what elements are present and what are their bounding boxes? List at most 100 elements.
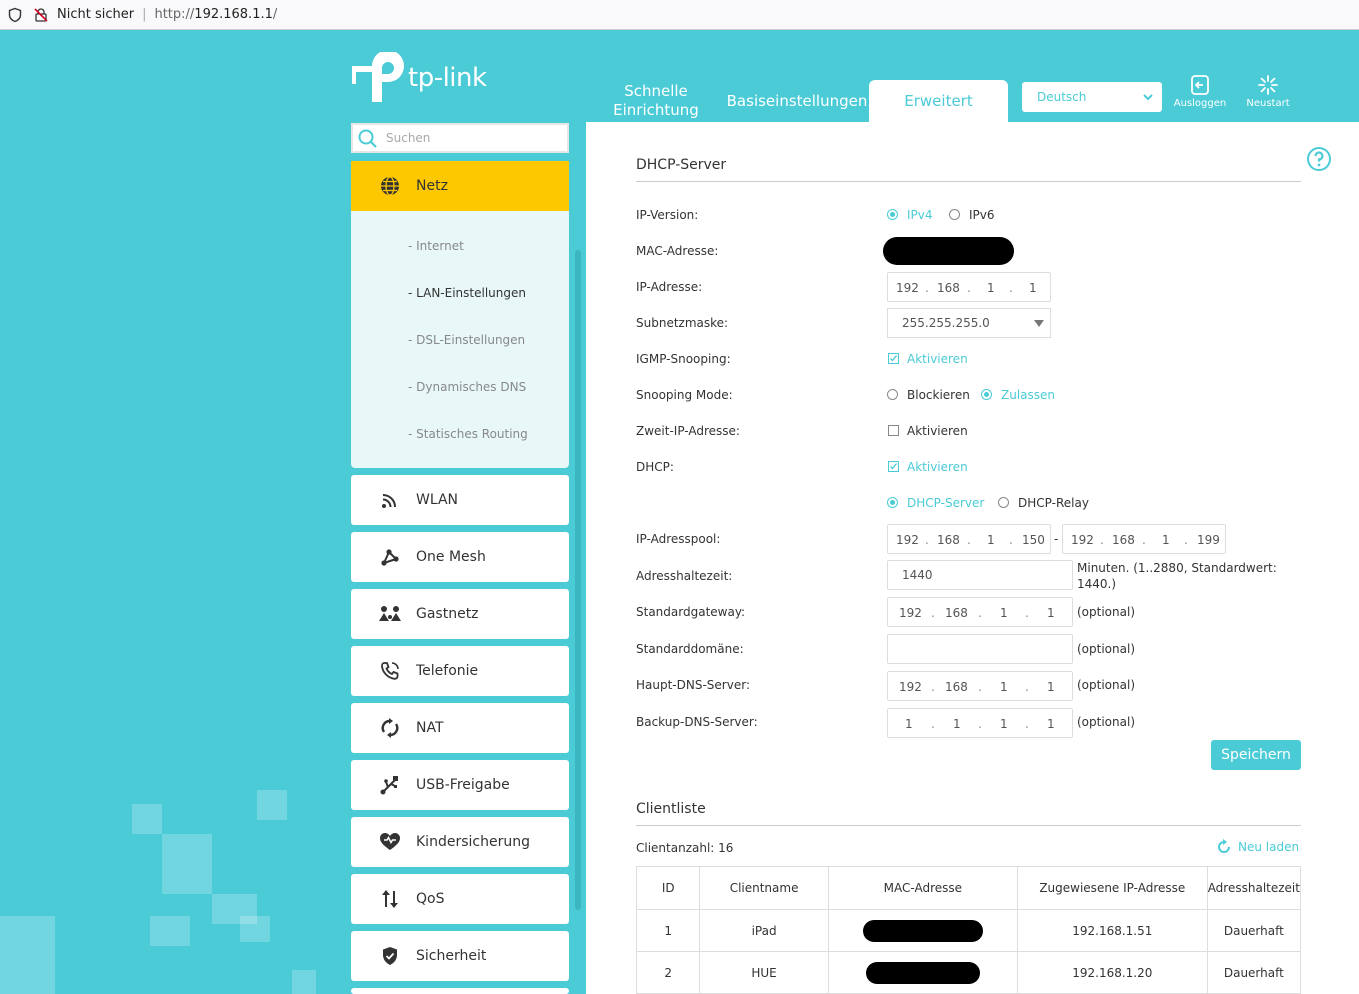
ip-octet[interactable]: 1: [1047, 606, 1055, 620]
bg-decoration: [132, 804, 162, 834]
block-radio[interactable]: [887, 389, 898, 400]
ipv6-label[interactable]: IPv6: [969, 208, 995, 222]
sidebar-item-security[interactable]: Sicherheit: [351, 931, 569, 981]
ip-octet[interactable]: 168: [945, 606, 968, 620]
cell-client-name: HUE: [699, 951, 829, 994]
table-row: 2 HUE 192.168.1.20 Dauerhaft: [635, 951, 1302, 994]
sidebar-item-one-mesh[interactable]: One Mesh: [351, 532, 569, 582]
dhcp-server-radio[interactable]: [887, 497, 898, 508]
ip-octet[interactable]: 1: [987, 533, 995, 547]
ip-octet[interactable]: 1: [905, 717, 913, 731]
submenu-static-routing[interactable]: - Statisches Routing: [351, 411, 569, 458]
submenu-dynamic-dns[interactable]: - Dynamisches DNS: [351, 364, 569, 411]
ip-octet[interactable]: 199: [1197, 533, 1220, 547]
ip-octet[interactable]: 192: [899, 606, 922, 620]
second-ip-checkbox[interactable]: [888, 425, 899, 436]
submenu-internet[interactable]: - Internet: [351, 223, 569, 270]
bg-decoration: [292, 970, 316, 994]
sidebar-item-netz[interactable]: Netz: [351, 161, 569, 211]
divider: [636, 181, 1301, 182]
ip-dot: .: [967, 533, 971, 547]
ip-octet[interactable]: 1: [953, 717, 961, 731]
tab-advanced[interactable]: Erweitert: [869, 80, 1008, 122]
dhcp-relay-radio[interactable]: [998, 497, 1009, 508]
ip-octet[interactable]: 192: [1071, 533, 1094, 547]
ip-address-field[interactable]: 192. 168. 1. 1: [887, 272, 1051, 302]
domain-input[interactable]: [887, 634, 1073, 664]
ip-dot: .: [1025, 717, 1029, 731]
dhcp-server-label[interactable]: DHCP-Server: [907, 496, 984, 510]
ip-octet[interactable]: 192: [899, 680, 922, 694]
ip-octet[interactable]: 1: [1000, 606, 1008, 620]
language-value: Deutsch: [1037, 90, 1087, 104]
search-icon[interactable]: [358, 129, 378, 149]
language-select[interactable]: Deutsch: [1022, 82, 1162, 112]
tab-quick-setup[interactable]: Schnelle Einrichtung: [606, 82, 706, 124]
ip-octet[interactable]: 192: [896, 281, 919, 295]
ip-octet[interactable]: 1: [1029, 281, 1037, 295]
ip-octet[interactable]: 1: [1000, 680, 1008, 694]
sidebar-item-more[interactable]: [351, 988, 569, 994]
browser-address-bar[interactable]: Nicht sicher | http://192.168.1.1/: [0, 0, 1359, 30]
sidebar-item-wlan[interactable]: WLAN: [351, 475, 569, 525]
shield-icon[interactable]: [7, 7, 23, 23]
dhcp-enable-label[interactable]: Aktivieren: [907, 460, 968, 474]
help-icon[interactable]: [1306, 146, 1332, 172]
subnet-select[interactable]: 255.255.255.0: [887, 308, 1051, 338]
insecure-lock-icon[interactable]: [33, 7, 49, 23]
allow-radio[interactable]: [981, 389, 992, 400]
ipv6-radio[interactable]: [949, 209, 960, 220]
igmp-enable-label[interactable]: Aktivieren: [907, 352, 968, 366]
sidebar-item-parental-controls[interactable]: Kindersicherung: [351, 817, 569, 867]
logout-button[interactable]: Ausloggen: [1170, 74, 1230, 109]
lease-time-input[interactable]: 1440: [887, 560, 1073, 590]
ip-octet[interactable]: 168: [937, 281, 960, 295]
cell-lease: Dauerhaft: [1206, 951, 1302, 994]
sidebar-item-qos[interactable]: QoS: [351, 874, 569, 924]
second-ip-enable-label[interactable]: Aktivieren: [907, 424, 968, 438]
ip-octet[interactable]: 168: [1112, 533, 1135, 547]
ip-octet[interactable]: 1: [1000, 717, 1008, 731]
dhcp-section-title: DHCP-Server: [636, 157, 727, 173]
ip-octet[interactable]: 1: [1162, 533, 1170, 547]
block-label[interactable]: Blockieren: [907, 388, 970, 402]
sidebar-item-nat[interactable]: NAT: [351, 703, 569, 753]
save-button[interactable]: Speichern: [1211, 740, 1301, 770]
pool-end-field[interactable]: 192. 168. 1. 199: [1062, 524, 1226, 554]
reload-button[interactable]: Neu laden: [1216, 839, 1299, 855]
ip-octet[interactable]: 168: [945, 680, 968, 694]
ip-dot: .: [978, 680, 982, 694]
ip-octet[interactable]: 192: [896, 533, 919, 547]
dhcp-checkbox[interactable]: [888, 461, 899, 472]
ipv4-radio[interactable]: [887, 209, 898, 220]
gateway-field[interactable]: 192. 168. 1. 1: [887, 597, 1073, 627]
dns2-field[interactable]: 1. 1. 1. 1: [887, 708, 1073, 738]
ip-octet[interactable]: 1: [1047, 717, 1055, 731]
submenu-dsl-settings[interactable]: - DSL-Einstellungen: [351, 317, 569, 364]
domain-optional: (optional): [1077, 642, 1135, 656]
ip-dot: .: [931, 717, 935, 731]
url-text[interactable]: http://192.168.1.1/: [154, 7, 277, 22]
pool-start-field[interactable]: 192. 168. 1. 150: [887, 524, 1051, 554]
tab-basic[interactable]: Basiseinstellungen: [726, 80, 868, 122]
sidebar-item-usb-sharing[interactable]: USB-Freigabe: [351, 760, 569, 810]
search-input[interactable]: [386, 125, 566, 151]
allow-label[interactable]: Zulassen: [1001, 388, 1055, 402]
sidebar-scrollbar[interactable]: [575, 250, 581, 910]
igmp-checkbox[interactable]: [888, 353, 899, 364]
ip-octet[interactable]: 168: [937, 533, 960, 547]
ipv4-label[interactable]: IPv4: [907, 208, 933, 222]
cell-id: 2: [635, 951, 701, 994]
search-box[interactable]: [351, 123, 569, 153]
reboot-button[interactable]: Neustart: [1238, 74, 1298, 109]
url-prefix: http://: [154, 7, 195, 22]
sidebar-item-telephony[interactable]: Telefonie: [351, 646, 569, 696]
sidebar-item-guest-network[interactable]: Gastnetz: [351, 589, 569, 639]
submenu-lan-settings[interactable]: - LAN-Einstellungen: [351, 270, 569, 317]
dhcp-relay-label[interactable]: DHCP-Relay: [1018, 496, 1089, 510]
ip-octet[interactable]: 150: [1022, 533, 1045, 547]
ip-octet[interactable]: 1: [1047, 680, 1055, 694]
ip-octet[interactable]: 1: [987, 281, 995, 295]
dns1-field[interactable]: 192. 168. 1. 1: [887, 671, 1073, 701]
logout-icon: [1191, 75, 1209, 95]
